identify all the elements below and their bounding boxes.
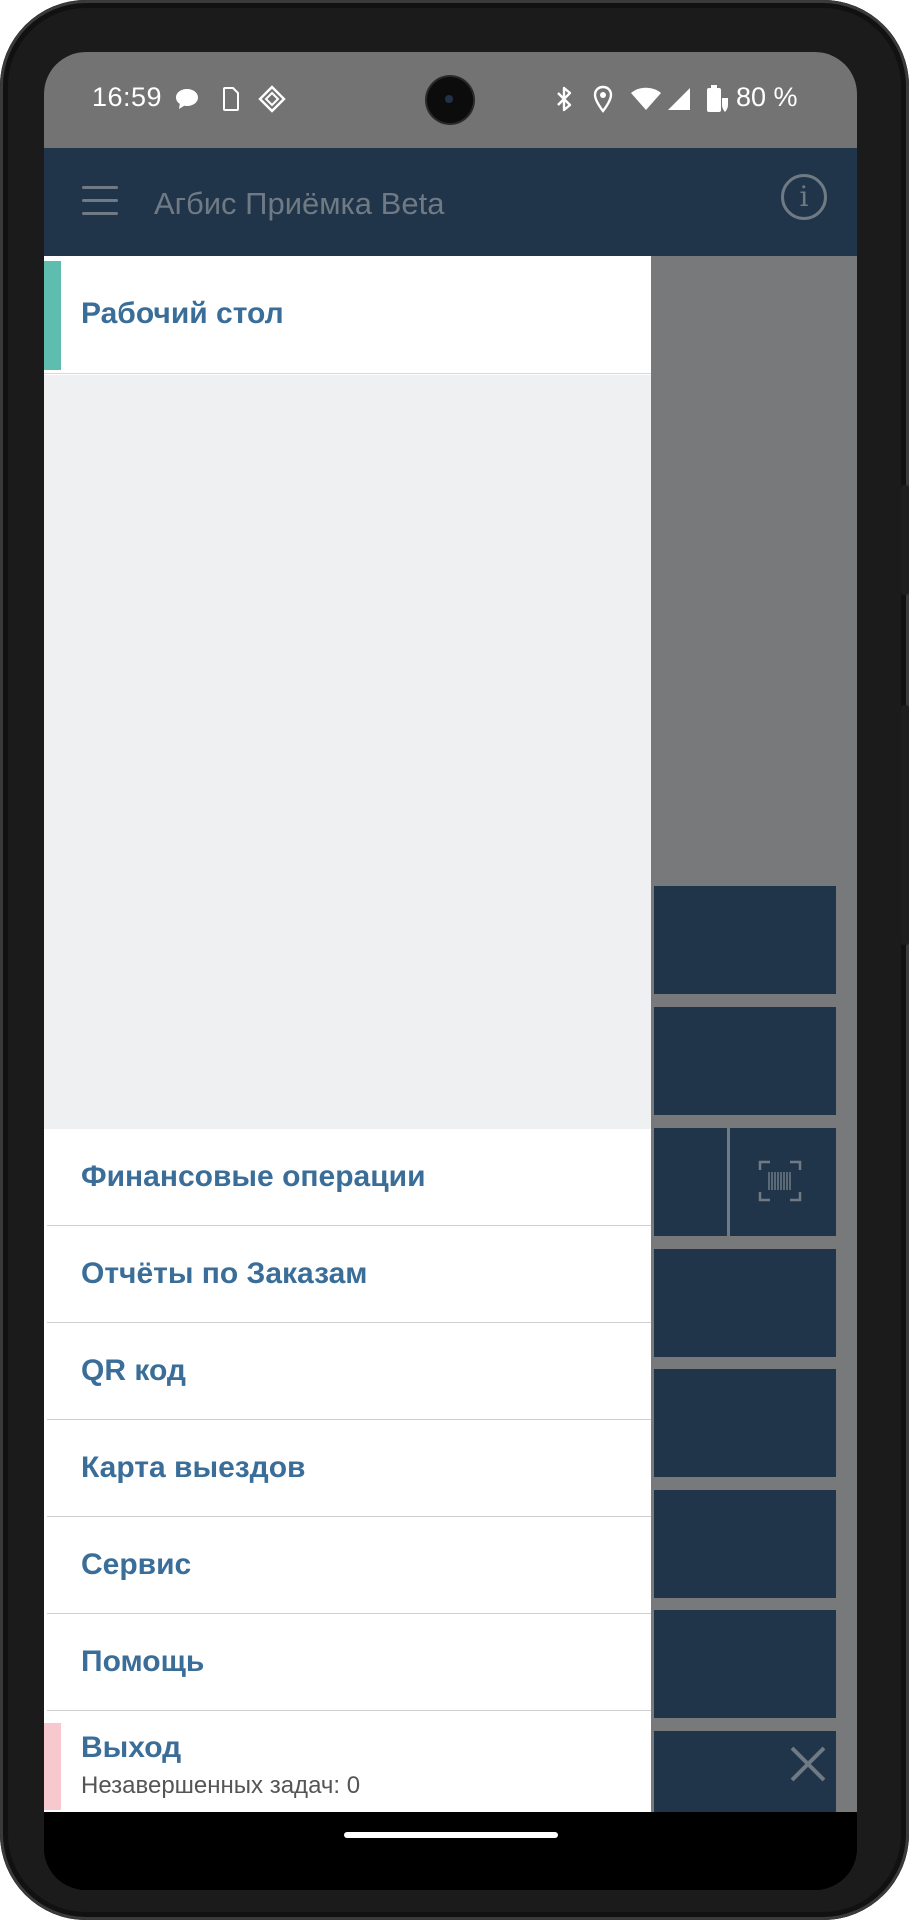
battery-charging-icon — [704, 84, 730, 114]
drawer-item-label: Отчёты по Заказам — [81, 1257, 368, 1290]
drawer-item-qr-code[interactable]: QR код — [47, 1323, 651, 1420]
location-icon — [592, 84, 614, 114]
sim-icon — [220, 84, 240, 114]
background-tile — [654, 1610, 836, 1718]
navigation-drawer: Рабочий стол Финансовые операции Отчёты … — [44, 256, 651, 1812]
drawer-item-logout[interactable]: Выход Незавершенных задач: 0 — [44, 1717, 651, 1810]
background-tile — [654, 1007, 836, 1115]
drawer-item-service[interactable]: Сервис — [47, 1517, 651, 1614]
drawer-item-desktop[interactable]: Рабочий стол — [44, 256, 651, 374]
barcode-scan-icon — [758, 1160, 802, 1202]
drawer-item-help[interactable]: Помощь — [47, 1614, 651, 1711]
system-navigation-bar — [44, 1812, 857, 1890]
diamond-grid-icon — [258, 84, 286, 114]
drawer-item-label: Финансовые операции — [81, 1160, 426, 1193]
app-title: Агбис Приёмка Beta — [154, 186, 445, 221]
info-icon[interactable]: i — [781, 174, 827, 220]
power-button — [901, 485, 909, 595]
battery-percent: 80 % — [736, 82, 798, 112]
close-icon — [790, 1746, 826, 1782]
background-tile — [654, 1249, 836, 1357]
chat-bubble-icon — [174, 84, 200, 114]
app-bar: Агбис Приёмка Beta i — [44, 148, 857, 256]
background-tile — [654, 886, 836, 994]
drawer-item-label: Помощь — [81, 1645, 205, 1678]
active-indicator — [44, 261, 61, 370]
drawer-item-label: QR код — [81, 1354, 186, 1387]
drawer-item-label: Сервис — [81, 1548, 192, 1581]
drawer-item-trip-map[interactable]: Карта выездов — [47, 1420, 651, 1517]
bluetooth-icon — [554, 84, 574, 114]
background-tile — [654, 1369, 836, 1477]
status-time: 16:59 — [92, 82, 163, 112]
drawer-empty-area — [44, 375, 651, 1129]
drawer-item-label: Рабочий стол — [81, 297, 284, 330]
background-tile — [654, 1490, 836, 1598]
cellular-icon — [666, 84, 692, 114]
volume-button — [901, 705, 909, 945]
menu-icon[interactable] — [82, 186, 118, 218]
status-bar: 16:59 80 % — [44, 52, 857, 148]
phone-frame: 16:59 80 % Агбис Приёмка Beta i Рабочий … — [0, 0, 909, 1920]
home-gesture-handle[interactable] — [344, 1832, 558, 1838]
logout-indicator — [44, 1723, 61, 1810]
background-tile — [654, 1128, 836, 1236]
screen: 16:59 80 % Агбис Приёмка Beta i Рабочий … — [44, 52, 857, 1890]
wifi-icon — [630, 84, 662, 114]
drawer-item-order-reports[interactable]: Отчёты по Заказам — [47, 1226, 651, 1323]
drawer-list: Финансовые операции Отчёты по Заказам QR… — [44, 1129, 651, 1711]
pending-tasks-text: Незавершенных задач: 0 — [81, 1772, 361, 1799]
divider — [727, 1128, 730, 1236]
front-camera — [427, 77, 473, 123]
drawer-item-label: Карта выездов — [81, 1451, 306, 1484]
logout-label: Выход — [81, 1731, 182, 1764]
drawer-item-finance[interactable]: Финансовые операции — [47, 1129, 651, 1226]
